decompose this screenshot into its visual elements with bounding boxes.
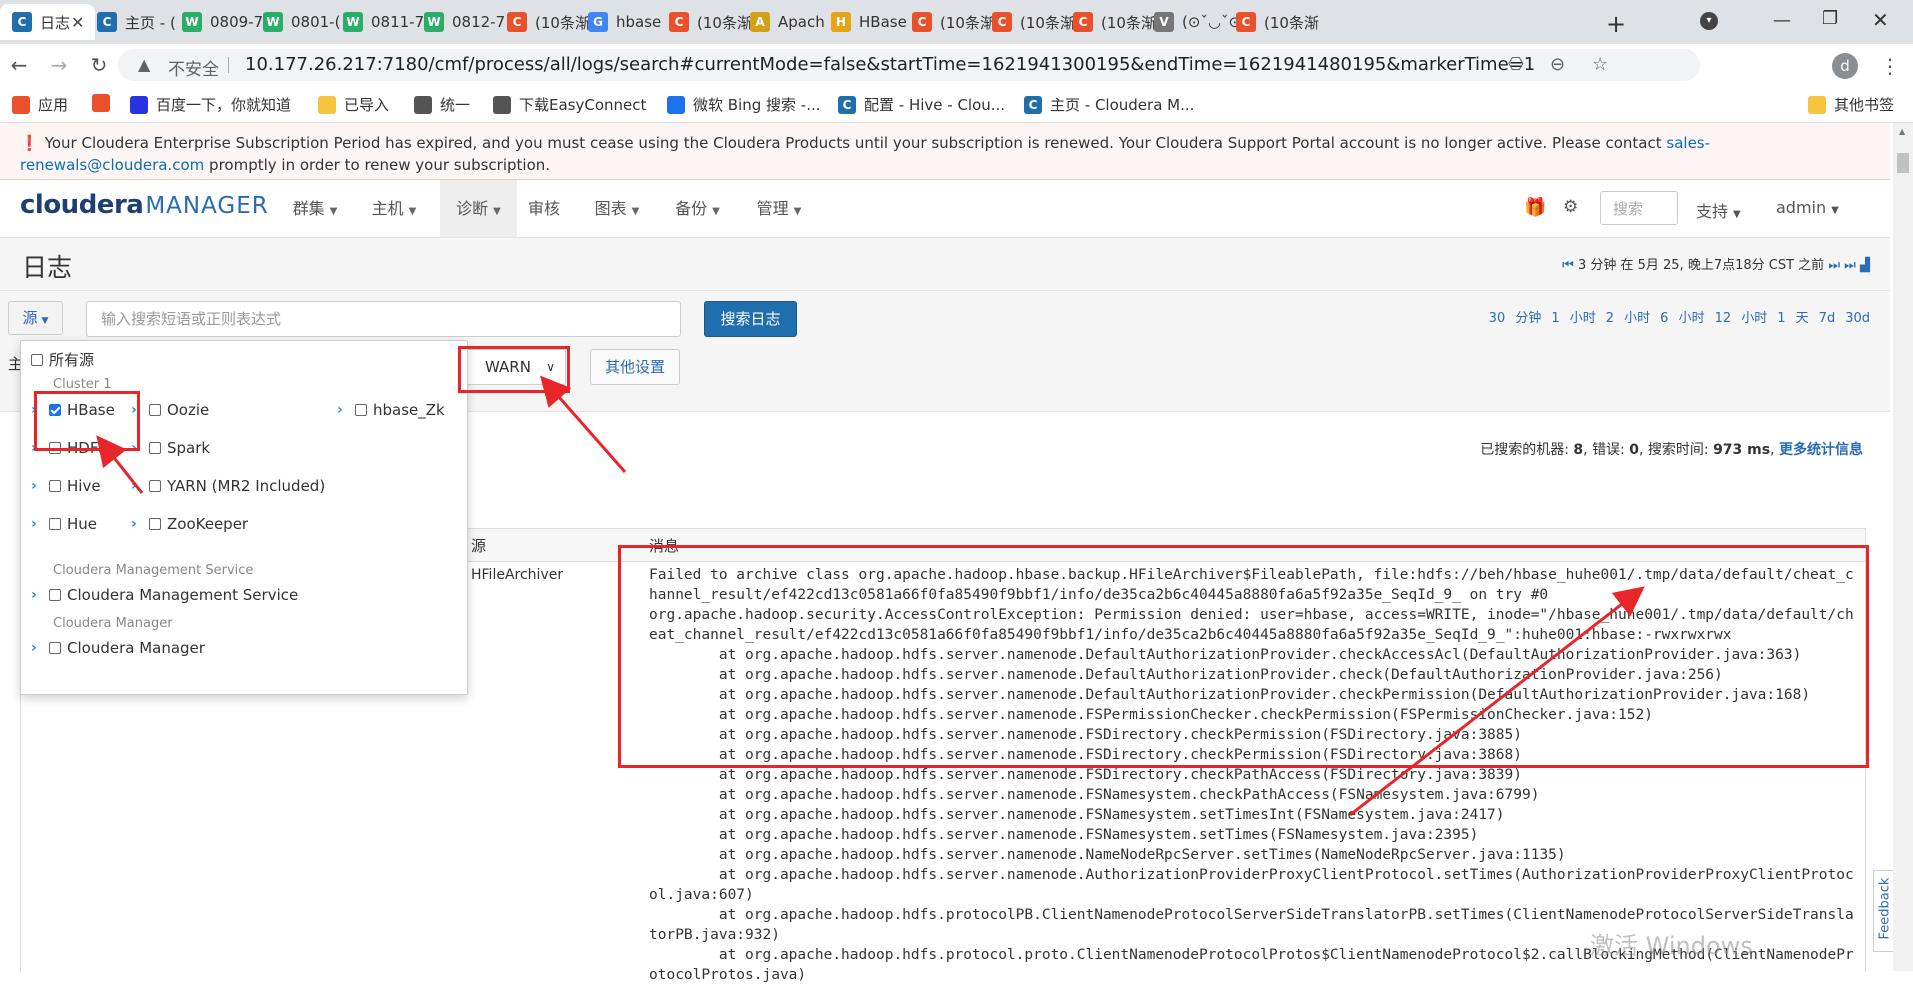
annotation-arrows: [96, 375, 1645, 817]
scroll-up-icon[interactable]: ▲: [1899, 127, 1905, 136]
arrow-to-warn: [540, 375, 627, 473]
arrow-to-hbase: [96, 435, 144, 494]
scroll-thumb[interactable]: [1897, 153, 1909, 173]
arrow-to-message: [1349, 586, 1645, 817]
feedback-label: Feedback: [1877, 877, 1893, 940]
windows-watermark: 激活 Windows: [1590, 932, 1753, 960]
page-scrollbar[interactable]: ▲: [1893, 123, 1913, 971]
